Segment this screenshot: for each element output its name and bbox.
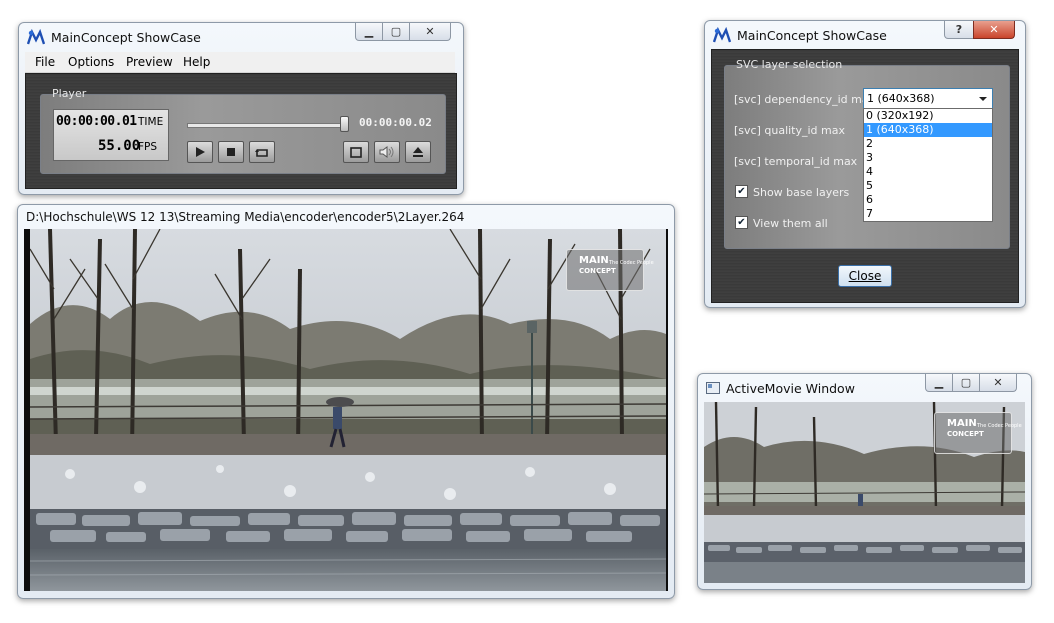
svc-title: MainConcept ShowCase <box>737 28 887 43</box>
dependency-options-list: 0 (320x192) 1 (640x368) 2 3 4 5 6 7 <box>863 108 993 222</box>
video-frame: MAIN CONCEPT The Codec People <box>24 229 668 591</box>
close-button-label: Close <box>848 269 882 283</box>
time-label: TIME <box>138 116 164 128</box>
eject-button[interactable] <box>405 141 431 163</box>
dependency-option[interactable]: 3 <box>864 151 992 165</box>
close-icon[interactable]: ✕ <box>979 374 1017 392</box>
dependency-option[interactable]: 7 <box>864 207 992 221</box>
dropdown-arrow-icon[interactable] <box>978 96 988 102</box>
svc-titlebar[interactable]: MainConcept ShowCase ? ✕ <box>705 21 1025 49</box>
quality-label: [svc] quality_id max <box>734 124 845 137</box>
menu-bar: File Options Preview Help <box>25 52 455 73</box>
time-display: 00:00:00.01 TIME 55.00 FPS <box>53 109 169 161</box>
activemovie-watermark: MAIN CONCEPT The Codec People <box>934 412 1022 454</box>
mainconcept-logo-icon <box>713 27 731 43</box>
watermark-brand2: CONCEPT <box>947 430 984 438</box>
fps-value: 55.00 <box>98 138 141 154</box>
player-window: MainConcept ShowCase ▁ ▢ ✕ File Options … <box>18 22 464 195</box>
dependency-option[interactable]: 6 <box>864 193 992 207</box>
dependency-option[interactable]: 1 (640x368) <box>864 123 992 137</box>
maximize-icon[interactable]: ▢ <box>952 374 980 392</box>
seek-thumb[interactable] <box>339 116 349 132</box>
fullscreen-icon <box>350 146 362 158</box>
stop-button[interactable] <box>218 141 244 163</box>
maximize-icon[interactable]: ▢ <box>382 23 410 41</box>
watermark-brand2: CONCEPT <box>579 267 616 275</box>
play-button[interactable] <box>187 141 213 163</box>
watermark-tagline: The Codec People <box>609 260 654 266</box>
view-all-checkbox[interactable]: ✔ <box>735 216 748 229</box>
stop-icon <box>227 148 235 156</box>
watermark-tagline: The Codec People <box>977 423 1022 429</box>
time-value: 00:00:00.01 <box>56 114 137 129</box>
watermark-brand: MAIN <box>947 418 977 429</box>
activemovie-icon <box>706 382 720 394</box>
dependency-label: [svc] dependency_id max <box>734 93 876 106</box>
close-icon[interactable]: ✕ <box>409 23 451 41</box>
dependency-option[interactable]: 5 <box>864 179 992 193</box>
minimize-icon[interactable]: ▁ <box>355 23 383 41</box>
loop-icon <box>255 149 268 157</box>
svc-group-label: SVC layer selection <box>736 58 843 71</box>
player-group-label: Player <box>52 87 87 100</box>
close-icon[interactable]: ✕ <box>973 21 1015 39</box>
temporal-label: [svc] temporal_id max <box>734 155 858 168</box>
position-time: 00:00:00.02 <box>359 116 432 129</box>
player-group: Player 00:00:00.01 TIME 55.00 FPS 00:00:… <box>40 87 446 174</box>
dependency-option[interactable]: 4 <box>864 165 992 179</box>
activemovie-video: MAIN CONCEPT The Codec People <box>704 402 1025 583</box>
player-panel: Player 00:00:00.01 TIME 55.00 FPS 00:00:… <box>25 73 457 189</box>
dependency-option[interactable]: 2 <box>864 137 992 151</box>
activemovie-titlebar[interactable]: ActiveMovie Window ▁ ▢ ✕ <box>698 374 1031 402</box>
show-base-checkbox[interactable]: ✔ <box>735 185 748 198</box>
help-button[interactable]: ? <box>944 21 974 39</box>
svc-dialog: MainConcept ShowCase ? ✕ SVC layer selec… <box>704 20 1026 308</box>
seek-track[interactable] <box>187 123 349 128</box>
watermark-brand: MAIN <box>579 255 609 266</box>
close-button[interactable]: Close <box>838 265 892 287</box>
menu-file[interactable]: File <box>35 55 55 69</box>
dependency-option[interactable]: 0 (320x192) <box>864 109 992 123</box>
video-path-title: D:\Hochschule\WS 12 13\Streaming Media\e… <box>26 210 465 224</box>
volume-button[interactable] <box>374 141 400 163</box>
play-icon <box>196 147 205 157</box>
player-title: MainConcept ShowCase <box>51 30 201 45</box>
fps-label: FPS <box>138 141 158 153</box>
menu-options[interactable]: Options <box>68 55 114 69</box>
mainconcept-logo-icon <box>27 29 45 45</box>
dependency-select[interactable]: 1 (640x368) <box>863 88 993 109</box>
video-window: D:\Hochschule\WS 12 13\Streaming Media\e… <box>17 204 675 599</box>
eject-icon <box>413 147 423 157</box>
activemovie-window: ActiveMovie Window ▁ ▢ ✕ MAIN CONCEPT Th… <box>697 373 1032 590</box>
show-base-label[interactable]: Show base layers <box>753 186 849 199</box>
view-all-label[interactable]: View them all <box>753 217 828 230</box>
menu-preview[interactable]: Preview <box>126 55 173 69</box>
menu-help[interactable]: Help <box>183 55 210 69</box>
loop-button[interactable] <box>249 141 275 163</box>
video-watermark: MAIN CONCEPT The Codec People <box>566 249 654 291</box>
volume-icon <box>379 146 394 158</box>
player-titlebar[interactable]: MainConcept ShowCase ▁ ▢ ✕ <box>19 23 463 51</box>
minimize-icon[interactable]: ▁ <box>925 374 953 392</box>
dependency-selected: 1 (640x368) <box>867 92 935 105</box>
fullscreen-button[interactable] <box>343 141 369 163</box>
activemovie-title: ActiveMovie Window <box>726 381 855 396</box>
